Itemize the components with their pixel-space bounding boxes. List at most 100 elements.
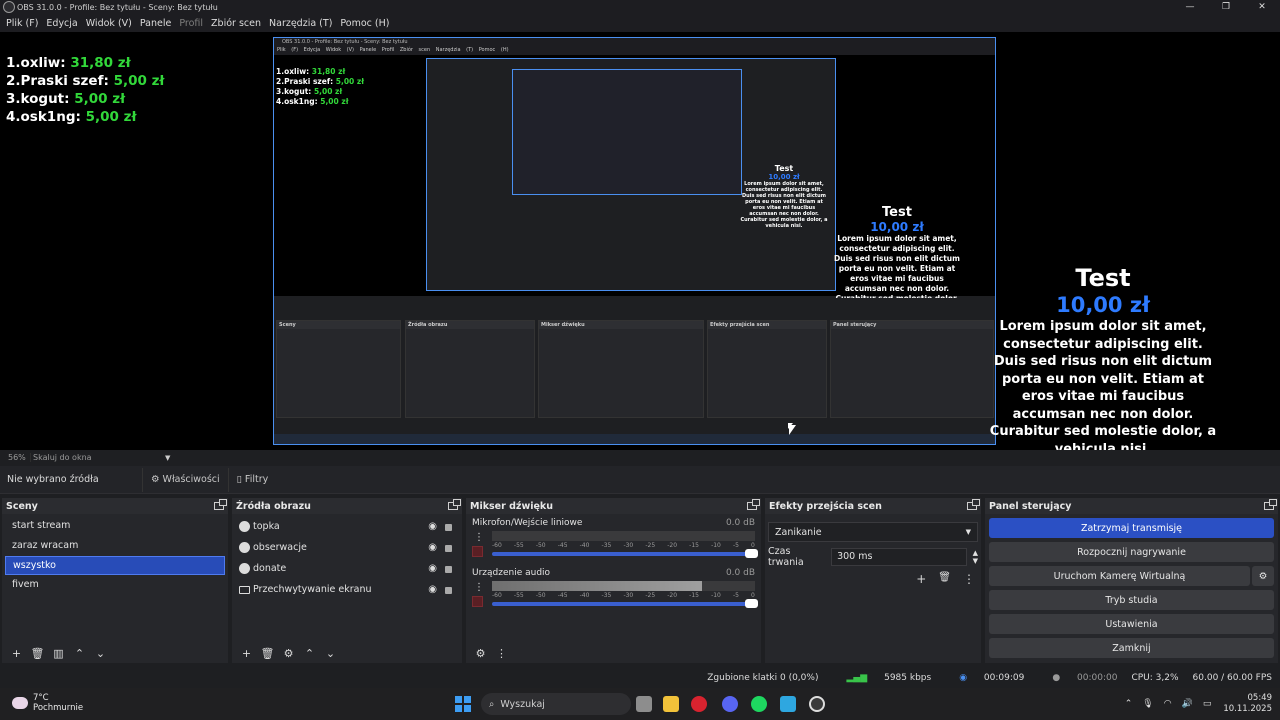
properties-button[interactable]: ⚙ Właściwości — [142, 467, 228, 492]
wifi-icon[interactable]: ◠ — [1164, 699, 1172, 709]
move-down-icon[interactable]: ⌄ — [90, 647, 111, 660]
menu-edit[interactable]: Edycja — [42, 18, 81, 29]
cloud-icon — [12, 697, 28, 709]
alert-amount: 10,00 zł — [1056, 293, 1150, 317]
slider-handle[interactable] — [745, 599, 758, 608]
menu-help[interactable]: Pomoc (H) — [336, 18, 393, 29]
mute-icon[interactable] — [472, 596, 483, 607]
visibility-eye-icon[interactable]: ◉ — [428, 584, 437, 595]
menu-view[interactable]: Widok (V) — [82, 18, 136, 29]
scene-item[interactable]: fivem — [5, 575, 225, 595]
lock-icon[interactable] — [445, 524, 452, 531]
scene-item[interactable]: start stream — [5, 516, 225, 536]
spinner-icon[interactable]: ▲ ▼ — [973, 549, 978, 565]
start-recording-button[interactable]: Rozpocznij nagrywanie — [989, 542, 1274, 562]
undock-icon[interactable] — [1264, 499, 1277, 510]
windows-start-icon[interactable] — [455, 696, 471, 712]
move-up-icon[interactable]: ⌃ — [299, 647, 320, 660]
spotify-icon[interactable] — [751, 696, 767, 712]
undock-icon[interactable] — [214, 499, 227, 510]
start-virtual-camera-button[interactable]: Uruchom Kamerę Wirtualną — [989, 566, 1250, 586]
lock-icon[interactable] — [445, 545, 452, 552]
menu-profile[interactable]: Profil — [175, 18, 207, 29]
volume-meter — [492, 581, 755, 591]
studio-mode-button[interactable]: Tryb studia — [989, 590, 1274, 610]
mute-icon[interactable] — [472, 546, 483, 557]
add-scene-button[interactable]: + — [6, 647, 27, 660]
add-source-button[interactable]: + — [236, 647, 257, 660]
slider-handle[interactable] — [745, 549, 758, 558]
filters-button[interactable]: ▯ Filtry — [227, 467, 277, 492]
microphone-icon[interactable]: 🎙 — [1142, 699, 1153, 709]
sources-dock-header: Źródła obrazu — [232, 498, 462, 514]
weather-widget[interactable]: 7°C Pochmurnie — [12, 693, 83, 713]
window-title: OBS 31.0.0 - Profile: Bez tytułu - Sceny… — [17, 2, 218, 12]
trash-icon[interactable]: 🗑 — [27, 647, 48, 660]
clock[interactable]: 05:49 10.11.2025 — [1223, 693, 1272, 715]
source-item[interactable]: topka ◉ — [232, 516, 462, 537]
file-explorer-icon[interactable] — [663, 696, 679, 712]
battery-icon[interactable]: ▭ — [1203, 699, 1212, 709]
close-button[interactable]: ✕ — [1244, 0, 1280, 14]
channel-menu-icon[interactable]: ⋮ — [474, 532, 484, 543]
source-item[interactable]: obserwacje ◉ — [232, 537, 462, 558]
gear-icon[interactable]: ⚙ — [278, 647, 299, 660]
lock-icon[interactable] — [445, 587, 452, 594]
title-bar: OBS 31.0.0 - Profile: Bez tytułu - Sceny… — [0, 0, 1280, 14]
task-view-icon[interactable] — [636, 696, 652, 712]
trash-icon[interactable]: 🗑 — [257, 647, 278, 660]
transition-type-select[interactable]: Zanikanie ▼ — [768, 522, 978, 542]
source-item[interactable]: Przechwytywanie ekranu ◉ — [232, 579, 462, 600]
preview-canvas[interactable]: 1.oxliw: 31,80 zł 2.Praski szef: 5,00 zł… — [0, 32, 1280, 450]
undock-icon[interactable] — [967, 499, 980, 510]
opera-icon[interactable] — [691, 696, 707, 712]
volume-slider[interactable] — [492, 549, 758, 558]
menu-scene-collection[interactable]: Zbiór scen — [207, 18, 265, 29]
discord-icon[interactable] — [722, 696, 738, 712]
exit-button[interactable]: Zamknij — [989, 638, 1274, 658]
add-transition-button[interactable]: + — [916, 572, 926, 586]
undock-icon[interactable] — [747, 499, 760, 510]
visibility-eye-icon[interactable]: ◉ — [428, 521, 437, 532]
search-icon: ⌕ — [489, 698, 495, 710]
undock-icon[interactable] — [448, 499, 461, 510]
advanced-audio-gear-icon[interactable]: ⚙ — [470, 647, 491, 660]
virtual-camera-gear-icon[interactable]: ⚙ — [1252, 566, 1274, 586]
menu-tools[interactable]: Narzędzia (T) — [265, 18, 336, 29]
scale-to-window-dropdown[interactable]: Skaluj do okna — [30, 453, 165, 462]
volume-slider[interactable] — [492, 599, 758, 608]
capture-scenes-dock: Sceny — [276, 320, 401, 418]
channel-menu-icon[interactable]: ⋮ — [474, 582, 484, 593]
visibility-eye-icon[interactable]: ◉ — [428, 563, 437, 574]
settings-button[interactable]: Ustawienia — [989, 614, 1274, 634]
scene-item-selected[interactable]: wszystko — [5, 556, 225, 575]
scene-item[interactable]: zaraz wracam — [5, 536, 225, 556]
scene-filters-icon[interactable]: ▥ — [48, 647, 69, 660]
source-item[interactable]: donate ◉ — [232, 558, 462, 579]
trash-icon[interactable]: 🗑 — [938, 572, 951, 586]
chevron-up-icon[interactable]: ⌃ — [1125, 699, 1133, 709]
signal-bars-icon: ▂▄▆ — [846, 673, 871, 683]
obs-taskbar-icon[interactable] — [809, 696, 825, 712]
weather-condition: Pochmurnie — [33, 703, 84, 713]
capture-alert-small: Test 10,00 zł Lorem ipsum dolor sit amet… — [740, 164, 828, 229]
speaker-icon[interactable]: 🔊 — [1182, 699, 1193, 709]
stop-streaming-button[interactable]: Zatrzymaj transmisję — [989, 518, 1274, 538]
lock-icon[interactable] — [445, 566, 452, 573]
chevron-down-icon[interactable]: ▼ — [165, 454, 170, 462]
screen-capture-source[interactable]: OBS 31.0.0 - Profile: Bez tytułu - Sceny… — [273, 37, 996, 445]
alert-title: Test — [1075, 264, 1131, 292]
visibility-eye-icon[interactable]: ◉ — [428, 542, 437, 553]
move-up-icon[interactable]: ⌃ — [69, 647, 90, 660]
move-down-icon[interactable]: ⌄ — [320, 647, 341, 660]
channel-name: Urządzenie audio — [472, 568, 551, 578]
menu-docks[interactable]: Panele — [136, 18, 175, 29]
taskbar-search[interactable]: ⌕ Wyszukaj — [481, 693, 631, 715]
transition-menu-icon[interactable]: ⋮ — [963, 572, 975, 586]
maximize-button[interactable]: ❐ — [1208, 0, 1244, 14]
mixer-menu-icon[interactable]: ⋮ — [491, 647, 512, 660]
duration-input[interactable]: 300 ms — [831, 548, 967, 566]
app-icon[interactable] — [780, 696, 796, 712]
menu-file[interactable]: Plik (F) — [2, 18, 42, 29]
minimize-button[interactable]: — — [1172, 0, 1208, 14]
